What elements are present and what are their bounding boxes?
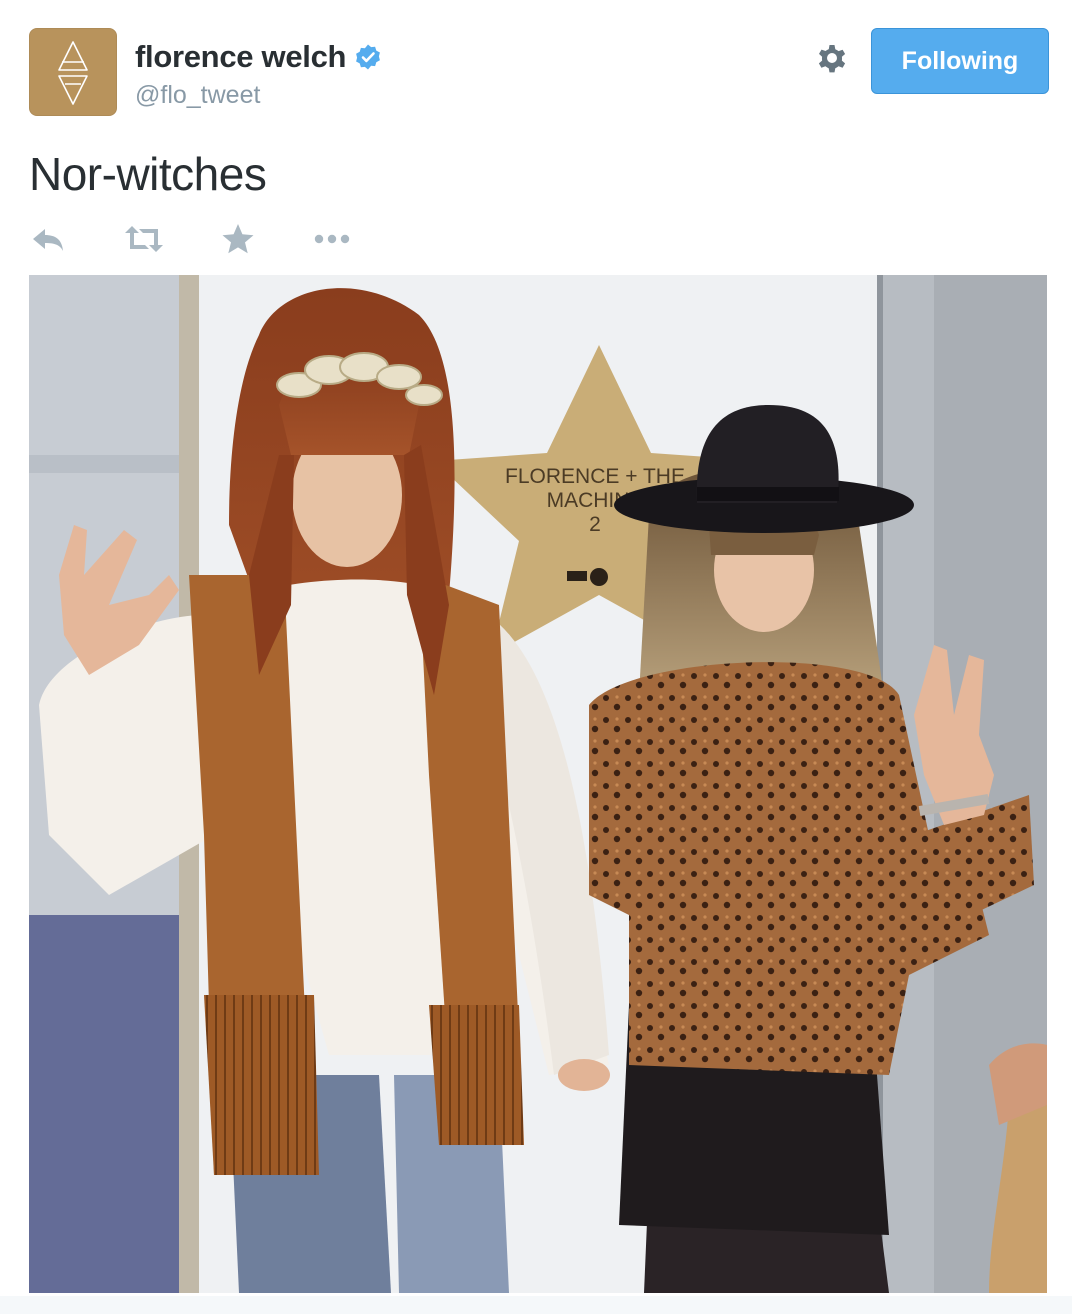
triangle-logo-icon <box>58 41 88 105</box>
tweet-text: Nor-witches <box>29 148 267 200</box>
more-dots-icon <box>314 234 350 244</box>
star-sign-line-1: FLORENCE + THE <box>505 465 685 488</box>
gear-icon[interactable] <box>814 40 850 76</box>
reply-icon <box>33 229 63 251</box>
verified-badge-icon <box>356 44 381 70</box>
favorite-button[interactable] <box>221 222 255 256</box>
tweet-card: florence welch @flo_tweet Following Nor-… <box>0 0 1072 1314</box>
retweet-button[interactable] <box>123 222 165 256</box>
avatar[interactable] <box>29 28 117 116</box>
reply-button[interactable] <box>31 222 65 256</box>
retweet-icon <box>125 226 163 252</box>
favorite-star-icon <box>222 224 254 254</box>
following-button[interactable]: Following <box>871 28 1049 94</box>
more-button[interactable] <box>313 222 351 256</box>
tweet-photo[interactable]: FLORENCE + THE MACHINE 2 <box>29 275 1047 1293</box>
bottom-strip <box>0 1296 1072 1314</box>
user-handle[interactable]: @flo_tweet <box>135 79 260 111</box>
star-sign-line-3: 2 <box>589 513 601 536</box>
photo-illustration: FLORENCE + THE MACHINE 2 <box>29 275 1047 1293</box>
name-row: florence welch <box>135 38 382 76</box>
display-name[interactable]: florence welch <box>135 38 346 76</box>
